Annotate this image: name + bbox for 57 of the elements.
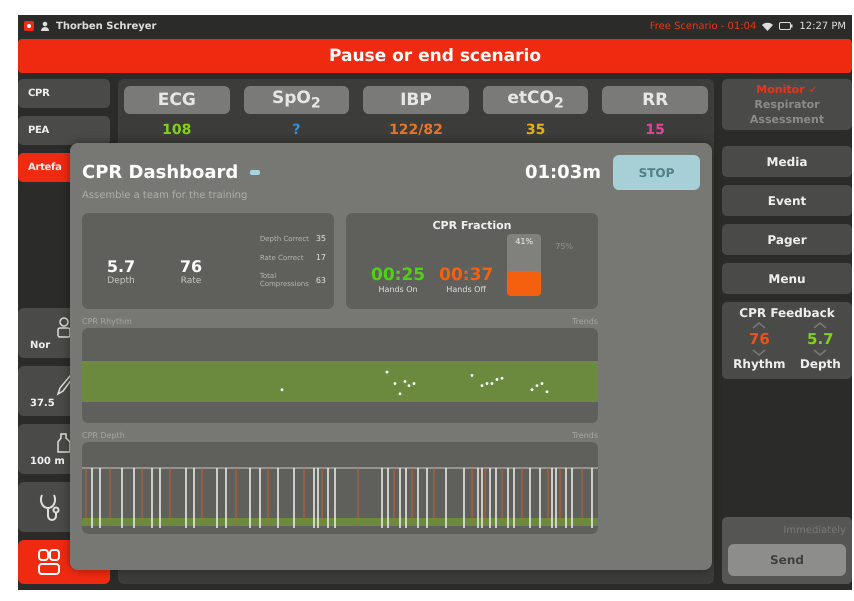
mode-tab[interactable]: Assessment <box>750 113 824 126</box>
scenario-timer: Free Scenario - 01:04 <box>650 20 756 32</box>
feedback-value: 76 <box>748 330 770 348</box>
chevron-down-icon[interactable] <box>813 349 828 356</box>
chevron-up-icon[interactable] <box>813 322 828 329</box>
side-menu-button[interactable]: CPR <box>18 79 110 108</box>
vital-tab[interactable]: IBP <box>363 86 469 114</box>
hands-off-time: 00:37 <box>439 265 494 285</box>
metric-label: Rate <box>180 276 202 286</box>
person-icon <box>55 316 73 338</box>
vital-value: 35 <box>526 122 546 138</box>
vital-value: 122/82 <box>389 122 443 138</box>
mode-tab[interactable]: Monitor ✓ <box>756 83 818 96</box>
vital-tab[interactable]: etCO$_{2}$ <box>482 86 588 114</box>
stethoscope-icon <box>38 492 60 522</box>
chevron-down-icon[interactable] <box>752 349 766 356</box>
metric-value: 76 <box>180 256 202 276</box>
tile-label: 37.5 <box>30 398 55 408</box>
pause-banner[interactable]: Pause or end scenario <box>18 39 852 73</box>
tile-label: 100 m <box>30 456 65 466</box>
hands-off-label: Hands Off <box>446 285 486 294</box>
count-value: 17 <box>316 253 326 262</box>
feedback-title: CPR Feedback <box>739 306 835 320</box>
count-value: 63 <box>316 276 326 284</box>
clock: 12:27 PM <box>799 20 846 32</box>
user-name: Thorben Schreyer <box>56 20 156 32</box>
feedback-label: Rhythm <box>733 357 786 371</box>
feedback-value: 5.7 <box>807 330 834 348</box>
chevron-up-icon[interactable] <box>752 322 766 329</box>
app-logo-icon <box>24 21 34 31</box>
user-icon <box>40 21 50 31</box>
metric-value: 5.7 <box>106 256 136 276</box>
battery-icon <box>779 22 794 30</box>
fraction-percent: 41% <box>515 237 534 248</box>
side-menu-button[interactable]: PEA <box>18 116 110 145</box>
menu-button[interactable]: Media <box>722 146 852 177</box>
tile-label: Nor <box>30 340 50 350</box>
vital-value: ? <box>292 122 300 138</box>
menu-button[interactable]: Event <box>722 185 852 216</box>
mode-tab[interactable]: Respirator <box>754 98 820 111</box>
metric-label: Depth <box>107 276 135 286</box>
hands-on-label: Hands On <box>378 285 418 294</box>
vital-tab[interactable]: RR <box>602 86 708 114</box>
wifi-icon <box>762 22 774 30</box>
fraction-title: CPR Fraction <box>432 219 512 232</box>
vital-value: 15 <box>645 122 665 138</box>
status-tag <box>250 170 260 175</box>
count-value: 35 <box>316 234 326 243</box>
menu-button[interactable]: Pager <box>722 224 852 255</box>
send-button[interactable]: Send <box>728 544 846 576</box>
elapsed-timer: 01:03m <box>524 162 601 183</box>
menu-button[interactable]: Menu <box>722 263 852 294</box>
hands-on-time: 00:25 <box>370 265 426 285</box>
vital-tab[interactable]: ECG <box>124 86 230 114</box>
vital-value: 108 <box>162 122 192 138</box>
vital-tab[interactable]: SpO$_{2}$ <box>244 86 350 114</box>
feedback-label: Depth <box>800 357 841 371</box>
